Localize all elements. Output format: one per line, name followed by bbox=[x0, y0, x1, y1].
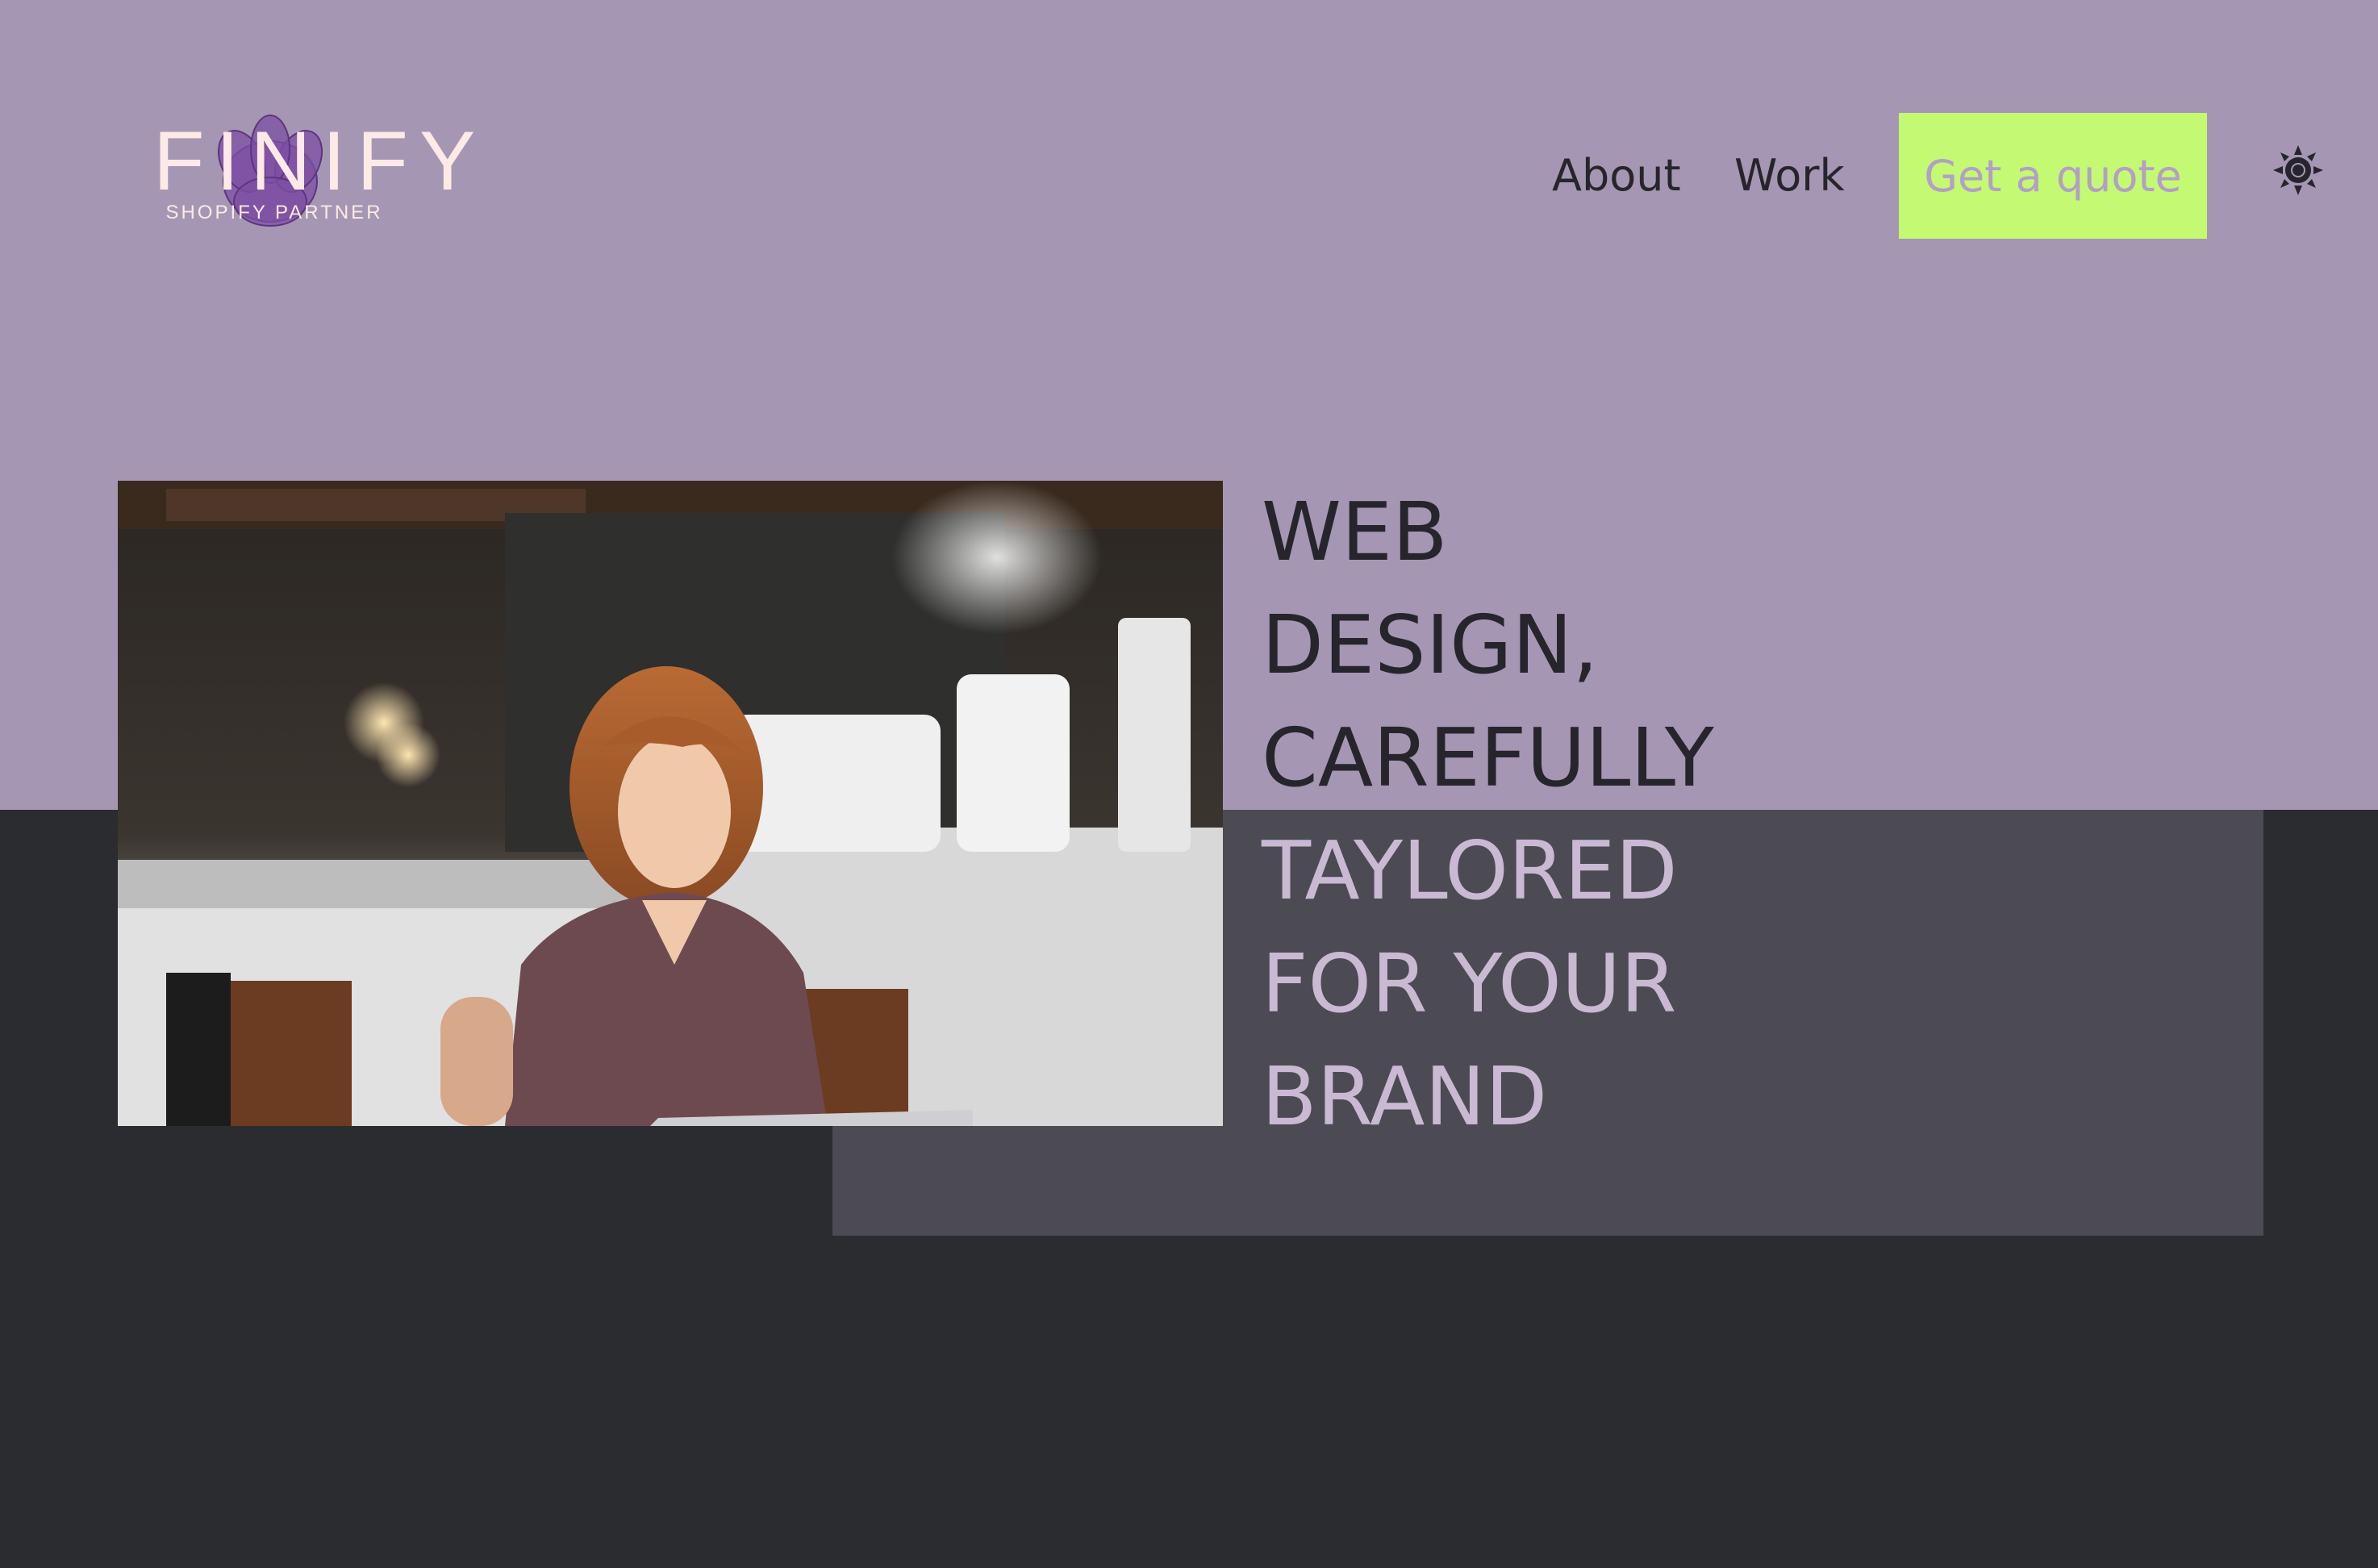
headline-line-4: TAYLORED bbox=[1262, 824, 1678, 918]
hero-headline: WEB DESIGN, CAREFULLY TAYLORED FOR YOUR … bbox=[1262, 476, 1714, 1153]
headline-line-2: DESIGN, bbox=[1262, 598, 1599, 692]
headline-line-3: CAREFULLY bbox=[1262, 711, 1714, 805]
headline-line-1: WEB bbox=[1262, 485, 1448, 579]
sun-icon bbox=[2273, 145, 2323, 195]
logo-tagline: SHOPIFY PARTNER bbox=[165, 202, 383, 223]
brand-logo[interactable]: FINIFY SHOPIFY PARTNER bbox=[153, 105, 487, 234]
nav-work-link[interactable]: Work bbox=[1734, 144, 1845, 208]
headline-line-6: BRAND bbox=[1262, 1049, 1548, 1144]
theme-toggle-button[interactable] bbox=[2273, 145, 2323, 195]
logo-wordmark: FINIFY bbox=[153, 115, 487, 208]
headline-line-5: FOR YOUR bbox=[1262, 936, 1677, 1031]
get-quote-button[interactable]: Get a quote bbox=[1899, 113, 2207, 239]
cafe-photo-image bbox=[118, 481, 1223, 1126]
hero-photo bbox=[118, 481, 1223, 1126]
nav-about-link[interactable]: About bbox=[1552, 144, 1681, 208]
